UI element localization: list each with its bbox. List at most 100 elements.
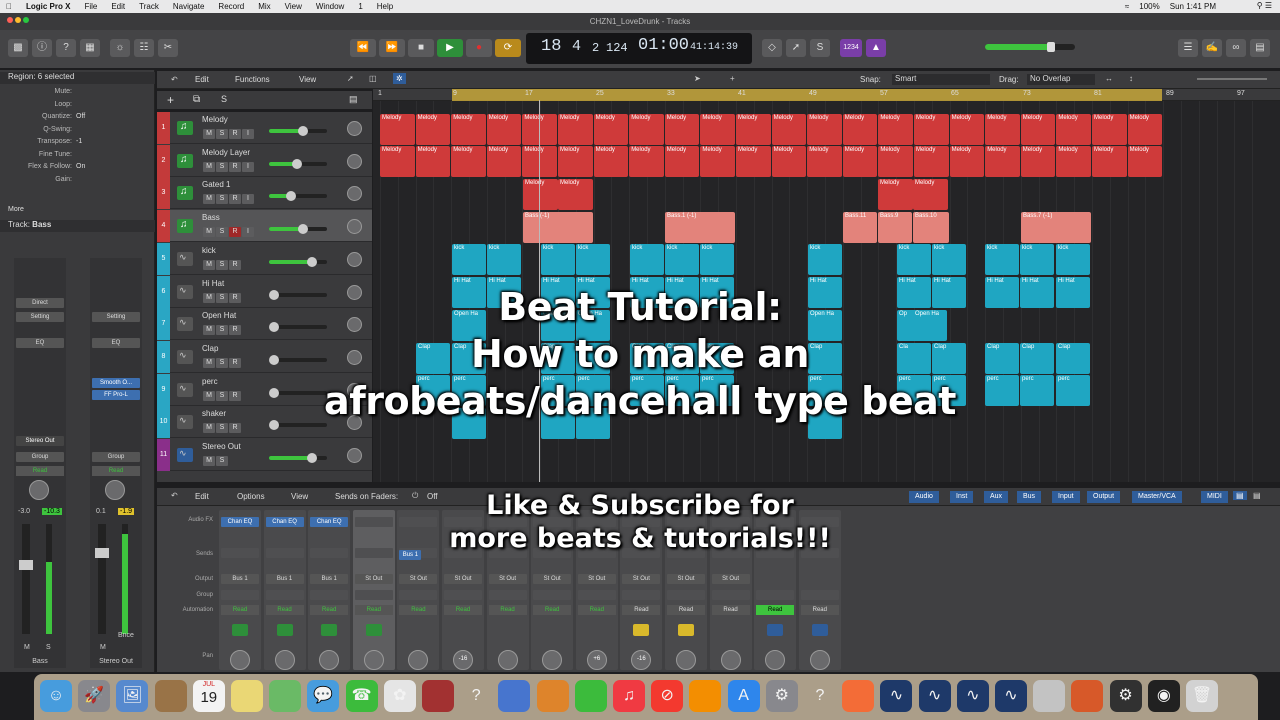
pan-knob[interactable] xyxy=(408,650,429,670)
pointer-tool-icon[interactable]: ➤ xyxy=(694,74,701,83)
fast-forward-icon[interactable]: ⏩ xyxy=(379,39,405,57)
group-slot[interactable] xyxy=(711,590,750,600)
menu-help[interactable]: Help xyxy=(377,2,393,11)
track-solo-button[interactable]: S xyxy=(216,194,228,205)
melody-region[interactable]: Melody xyxy=(1092,113,1127,145)
inspector-row[interactable]: Q-Swing: xyxy=(6,126,146,133)
melody-region[interactable]: Melody xyxy=(736,113,771,145)
pan-knob[interactable]: +6 xyxy=(586,650,607,670)
automation-select[interactable]: Read xyxy=(488,605,527,615)
kick-region[interactable]: kick xyxy=(1020,244,1054,276)
firefox-icon[interactable] xyxy=(842,680,875,712)
pan-knob[interactable] xyxy=(676,650,696,670)
bass-region[interactable]: Bass.9 xyxy=(878,211,912,243)
notebook-icon[interactable] xyxy=(154,680,187,712)
region-header[interactable]: Region: 6 selected xyxy=(0,72,155,84)
news-icon[interactable]: ⊘ xyxy=(651,680,684,712)
mixer-tab-master-vca[interactable]: Master/VCA xyxy=(1132,491,1182,503)
melody-region[interactable]: Melody xyxy=(558,146,593,178)
output-select[interactable]: St Out xyxy=(399,574,438,584)
automation-select[interactable]: Read xyxy=(577,605,616,615)
gated-region[interactable]: Melody xyxy=(878,179,913,210)
quick-help-icon[interactable]: ? xyxy=(56,39,76,57)
send-slot[interactable] xyxy=(221,548,259,558)
disk-icon[interactable] xyxy=(1033,680,1066,712)
record-icon[interactable]: ● xyxy=(466,39,492,57)
output-select[interactable]: Bus 1 xyxy=(221,574,259,584)
track-volume-knob[interactable] xyxy=(292,158,302,169)
pan-knob[interactable] xyxy=(765,650,786,670)
melody-region[interactable]: Melody xyxy=(1127,113,1163,145)
snap-select[interactable]: Smart xyxy=(892,74,990,85)
pan-knob[interactable] xyxy=(230,650,250,670)
group-slot[interactable] xyxy=(756,590,795,600)
melody-region[interactable]: Melody xyxy=(1092,146,1127,178)
facetime-icon[interactable]: ☎ xyxy=(345,680,378,712)
add-track-icon[interactable]: + xyxy=(167,93,174,107)
strip2-plugin-smooth[interactable]: Smooth O... xyxy=(92,378,140,388)
cycle-area[interactable] xyxy=(452,89,1162,101)
browser-icon[interactable]: ▤ xyxy=(1250,39,1270,57)
inspector-row[interactable]: Flex & Follow: On xyxy=(6,163,146,170)
group-slot[interactable] xyxy=(533,590,572,600)
track-solo-button[interactable]: S xyxy=(216,456,228,466)
group-slot[interactable] xyxy=(800,590,839,600)
pan-knob[interactable] xyxy=(542,650,563,670)
track-solo-button[interactable]: S xyxy=(216,227,228,238)
library-icon[interactable]: ▩ xyxy=(8,39,28,57)
strip2-group[interactable]: Group xyxy=(92,452,140,462)
strip2-eq[interactable]: EQ xyxy=(92,338,140,348)
track-record-button[interactable]: R xyxy=(229,129,241,139)
loop-browser-icon[interactable]: ∞ xyxy=(1226,39,1246,57)
melody-region[interactable]: Melody xyxy=(664,146,700,178)
pan-knob[interactable] xyxy=(809,650,830,670)
track-pan-knob[interactable] xyxy=(347,219,362,235)
pan-knob[interactable]: -16 xyxy=(631,650,652,670)
pan-knob[interactable]: -16 xyxy=(453,650,473,670)
track-volume-slider[interactable] xyxy=(269,126,327,136)
bass-region[interactable]: Bass.1 (-1) xyxy=(665,211,735,243)
track-record-button[interactable]: R xyxy=(229,194,241,205)
group-slot[interactable] xyxy=(444,590,482,600)
menu-record[interactable]: Record xyxy=(218,2,244,11)
strip1-output[interactable]: Stereo Out xyxy=(16,436,64,446)
strip1-mute[interactable]: M xyxy=(24,644,30,651)
editors-icon[interactable]: ✂ xyxy=(158,39,178,57)
garageband-icon[interactable] xyxy=(1071,680,1104,712)
flex-icon[interactable]: ◫ xyxy=(369,74,377,83)
track-pan-knob[interactable] xyxy=(347,251,362,267)
track-mute-button[interactable]: M xyxy=(203,259,215,270)
solo-icon[interactable]: S xyxy=(810,39,830,57)
more-disclosure[interactable]: More xyxy=(8,206,24,213)
track-header-melody-layer[interactable]: 2 ♫ Melody Layer M S R I xyxy=(157,144,372,177)
cycle-icon[interactable]: ⟳ xyxy=(495,39,521,57)
automation-select[interactable]: Read xyxy=(399,605,438,615)
group-slot[interactable] xyxy=(354,590,393,600)
inspector-row[interactable]: Loop: xyxy=(6,101,146,108)
group-slot[interactable] xyxy=(310,590,349,600)
track-volume-slider[interactable] xyxy=(269,453,327,463)
track-volume-knob[interactable] xyxy=(306,453,317,463)
pan-knob[interactable] xyxy=(720,650,741,670)
track-name[interactable]: Stereo Out xyxy=(202,442,241,451)
automation-select[interactable]: Read xyxy=(265,605,304,615)
inspector-row[interactable]: Gain: xyxy=(6,176,146,183)
output-select[interactable]: St Out xyxy=(354,574,393,584)
preview-icon[interactable]: 🖼 xyxy=(116,680,149,712)
close-window-icon[interactable] xyxy=(7,17,13,23)
kick-region[interactable]: kick xyxy=(897,244,931,276)
track-name[interactable]: kick xyxy=(202,246,216,255)
master-volume-knob[interactable] xyxy=(1047,42,1055,52)
drag-select[interactable]: No Overlap xyxy=(1027,74,1095,85)
pan-knob[interactable] xyxy=(319,650,340,670)
tuner-icon[interactable]: ➚ xyxy=(786,39,806,57)
track-header-gated-1[interactable]: 3 ♫ Gated 1 MSRI xyxy=(157,177,372,210)
melody-region[interactable]: Melody xyxy=(415,146,451,178)
trash-icon[interactable]: 🗑 xyxy=(1186,680,1218,712)
catch-icon[interactable]: ✲ xyxy=(393,73,406,84)
mixer-single-view-icon[interactable]: ▤ xyxy=(1233,491,1247,500)
tracks-functions-menu[interactable]: Functions xyxy=(235,75,270,84)
play-icon[interactable]: ▶ xyxy=(437,39,463,57)
group-slot[interactable] xyxy=(667,590,705,600)
inspector-row-value[interactable]: -1 xyxy=(76,138,82,145)
